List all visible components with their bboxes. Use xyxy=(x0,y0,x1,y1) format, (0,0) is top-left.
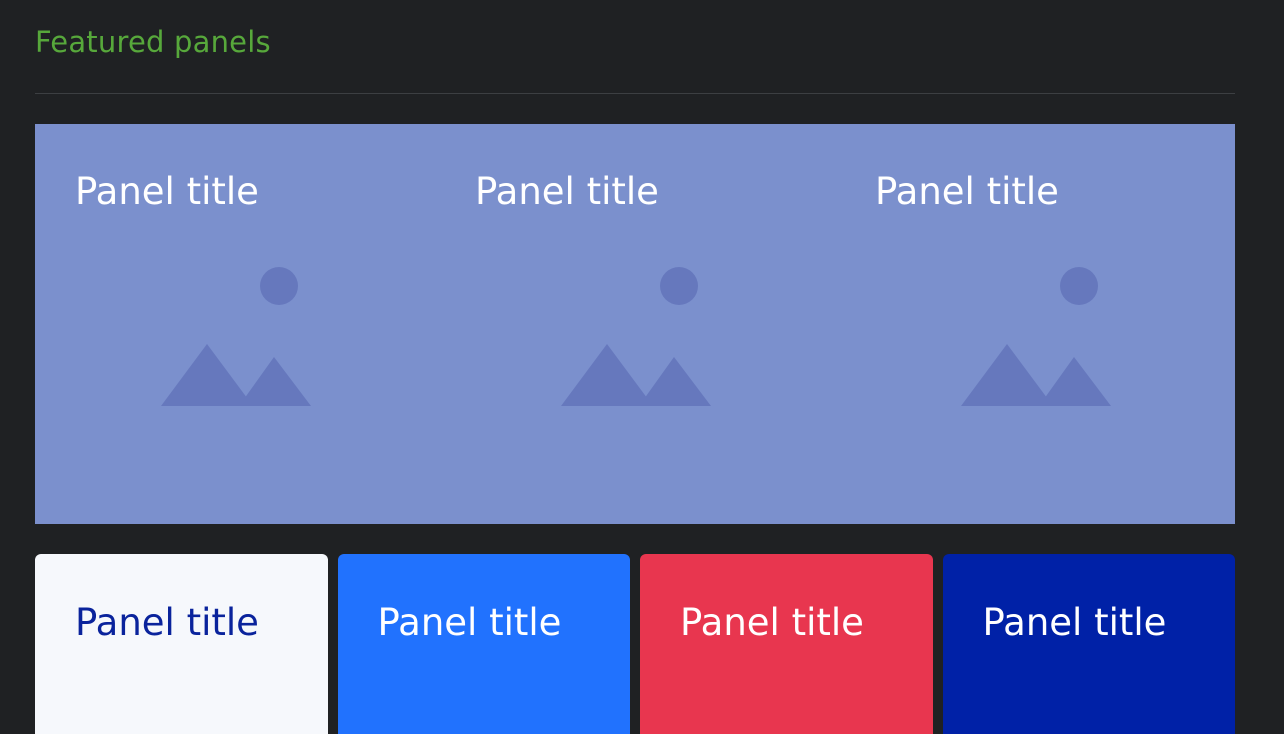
panel-card-title: Panel title xyxy=(680,601,864,644)
hero-panel-title: Panel title xyxy=(475,170,659,213)
panel-card-title: Panel title xyxy=(75,601,259,644)
section-divider xyxy=(35,93,1235,94)
panel-card-navy[interactable]: Panel title xyxy=(942,554,1235,734)
hero-carousel: Panel title Panel title Panel title xyxy=(35,124,1235,524)
hero-panel[interactable]: Panel title xyxy=(35,124,435,524)
panel-card-title: Panel title xyxy=(377,601,562,644)
hero-panel[interactable]: Panel title xyxy=(835,124,1235,524)
hero-panel-title: Panel title xyxy=(875,170,1059,213)
hero-panel-title: Panel title xyxy=(75,170,259,213)
image-placeholder-icon xyxy=(961,267,1111,406)
hero-panel[interactable]: Panel title xyxy=(435,124,835,524)
section-title: Featured panels xyxy=(35,25,271,59)
image-placeholder-icon xyxy=(161,267,311,406)
panel-card-title: Panel title xyxy=(982,601,1167,644)
panel-card-blue[interactable]: Panel title xyxy=(337,554,630,734)
panel-card-row: Panel title Panel title Panel title Pane… xyxy=(35,554,1235,734)
image-placeholder-icon xyxy=(561,267,711,406)
featured-panels-page: Featured panels Panel title Panel title … xyxy=(0,0,1284,734)
panel-card-light[interactable]: Panel title xyxy=(35,554,328,734)
panel-card-red[interactable]: Panel title xyxy=(640,554,933,734)
